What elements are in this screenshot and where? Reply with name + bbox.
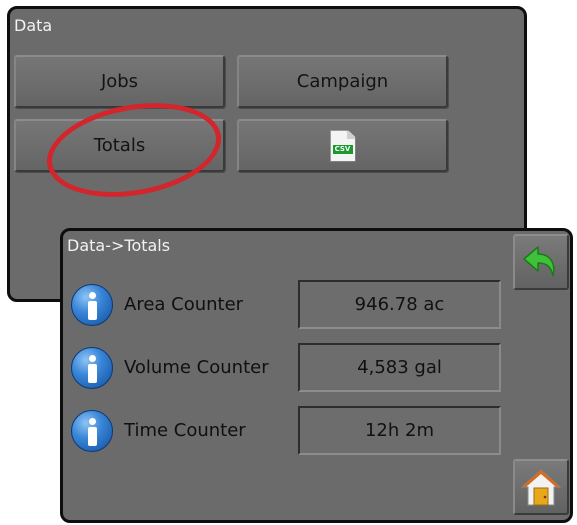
- time-info-icon[interactable]: [71, 410, 113, 452]
- jobs-button[interactable]: Jobs: [14, 55, 225, 108]
- totals-panel: Data->Totals Area Counter 946.78 ac Volu…: [60, 228, 573, 523]
- volume-counter-value: 4,583 gal: [298, 343, 501, 392]
- totals-button[interactable]: Totals: [14, 119, 225, 172]
- home-icon: [520, 469, 562, 506]
- csv-file-icon: CSV: [329, 129, 356, 162]
- area-counter-value: 946.78 ac: [298, 280, 501, 329]
- volume-info-icon[interactable]: [71, 347, 113, 389]
- time-counter-value: 12h 2m: [298, 406, 501, 455]
- area-info-icon[interactable]: [71, 284, 113, 326]
- data-panel-title: Data: [14, 16, 53, 35]
- back-button[interactable]: [513, 234, 569, 290]
- campaign-button[interactable]: Campaign: [237, 55, 448, 108]
- jobs-button-label: Jobs: [100, 71, 139, 92]
- volume-counter-label: Volume Counter: [124, 357, 269, 378]
- back-arrow-icon: [523, 246, 555, 277]
- screen: Data Jobs Campaign Totals CSV Data->Tota…: [0, 0, 577, 525]
- totals-panel-title: Data->Totals: [67, 236, 171, 255]
- time-counter-label: Time Counter: [124, 420, 246, 441]
- campaign-button-label: Campaign: [296, 71, 389, 92]
- totals-button-label: Totals: [93, 135, 146, 156]
- home-button[interactable]: [513, 459, 569, 515]
- csv-badge: CSV: [332, 144, 353, 154]
- area-counter-label: Area Counter: [124, 294, 244, 315]
- csv-export-button[interactable]: CSV: [237, 119, 448, 172]
